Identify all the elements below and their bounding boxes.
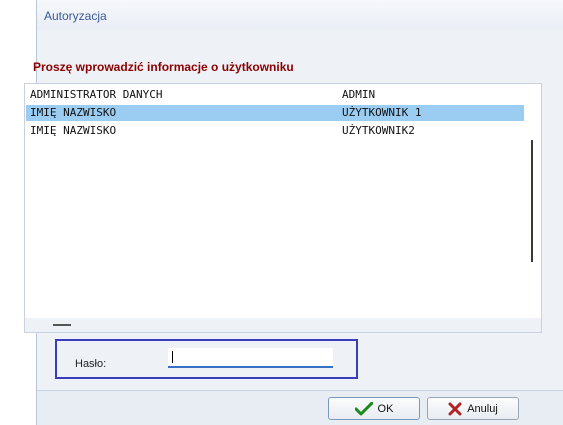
ok-button[interactable]: OK xyxy=(328,397,420,420)
user-row-selected[interactable]: IMIĘ NAZWISKO UŻYTKOWNIK 1 xyxy=(26,105,524,121)
checkmark-icon xyxy=(354,401,373,415)
user-role: UŻYTKOWNIK2 xyxy=(342,124,415,137)
horizontal-scrollbar[interactable] xyxy=(25,318,541,332)
vertical-scrollbar[interactable] xyxy=(531,140,533,262)
text-caret xyxy=(172,351,173,363)
window-title: Autoryzacja xyxy=(44,9,107,23)
user-row[interactable]: ADMINISTRATOR DANYCH ADMIN xyxy=(26,87,524,103)
cancel-button[interactable]: Anuluj xyxy=(427,397,519,420)
user-role: UŻYTKOWNIK 1 xyxy=(342,106,422,119)
user-list[interactable]: ADMINISTRATOR DANYCH ADMIN IMIĘ NAZWISKO… xyxy=(24,83,542,333)
prompt-text: Proszę wprowadzić informacje o użytkowni… xyxy=(33,60,294,74)
button-bar-separator xyxy=(37,390,563,391)
ok-label: OK xyxy=(377,402,394,415)
title-bar: Autoryzacja xyxy=(37,0,563,31)
cancel-label: Anuluj xyxy=(467,402,498,415)
password-input[interactable] xyxy=(168,348,333,368)
user-name: IMIĘ NAZWISKO xyxy=(30,124,117,137)
user-name: ADMINISTRATOR DANYCH xyxy=(30,88,163,101)
password-frame: Hasło: xyxy=(55,339,358,379)
password-label: Hasło: xyxy=(75,358,107,370)
x-icon xyxy=(448,402,462,415)
user-role: ADMIN xyxy=(342,88,376,101)
horizontal-scroll-thumb[interactable] xyxy=(53,324,71,326)
user-name: IMIĘ NAZWISKO xyxy=(30,106,117,119)
user-row[interactable]: IMIĘ NAZWISKO UŻYTKOWNIK2 xyxy=(26,123,524,139)
